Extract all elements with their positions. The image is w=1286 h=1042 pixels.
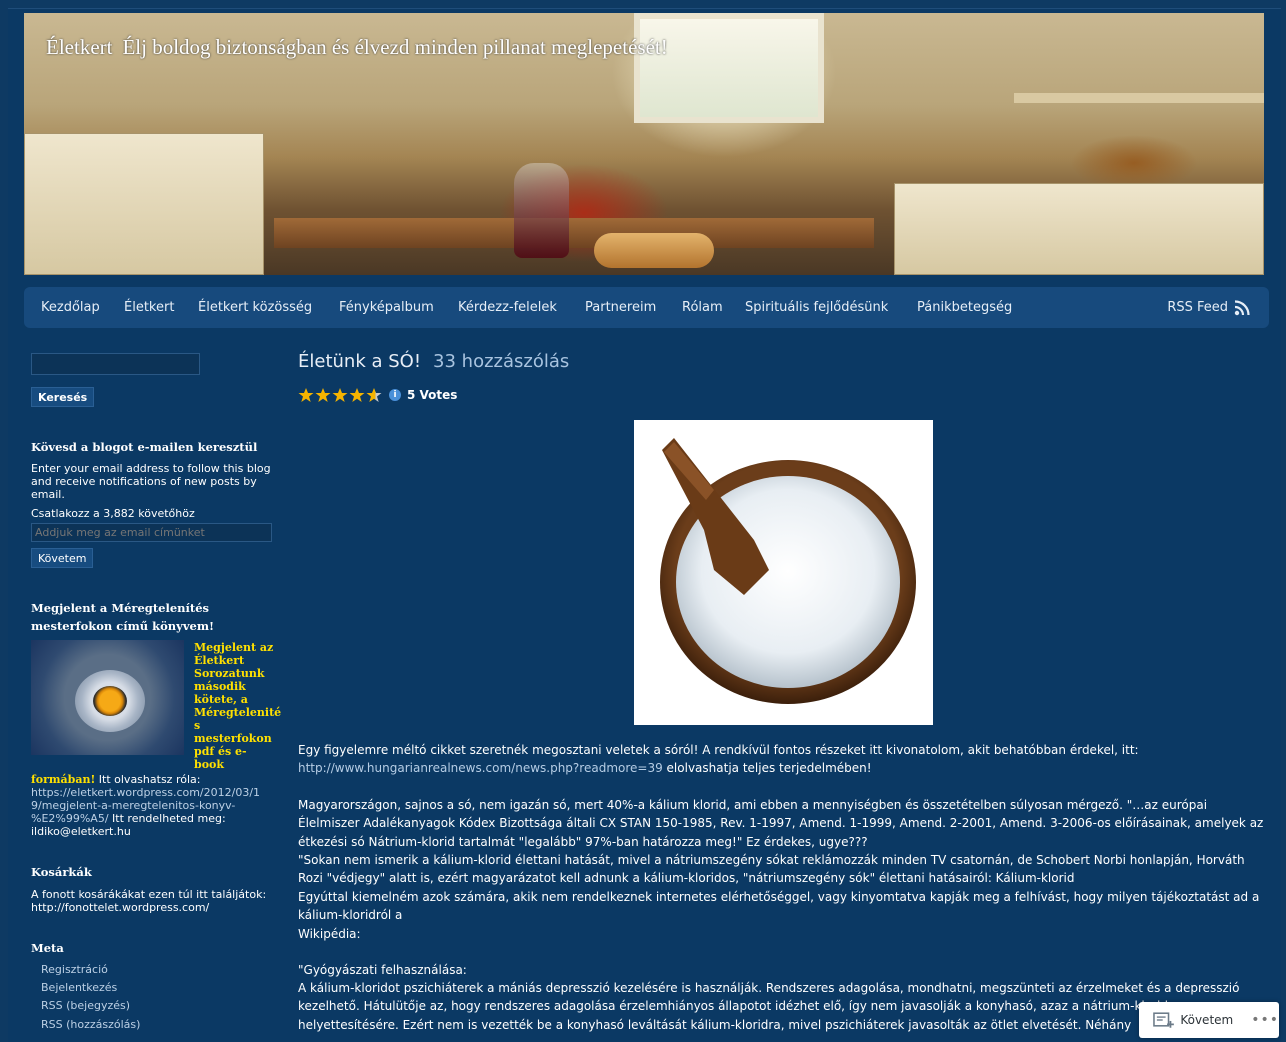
rss-icon xyxy=(1234,300,1250,316)
nav-item-rolam[interactable]: Rólam xyxy=(682,287,723,328)
comments-link[interactable]: 33 hozzászólás xyxy=(433,351,569,372)
nav-item-panikbetegseg[interactable]: Pánikbetegség xyxy=(917,287,1012,328)
post-paragraph-5: Wikipédia: xyxy=(298,927,361,941)
nav-item-spiritualis[interactable]: Spirituális fejlődésünk xyxy=(745,287,888,328)
book-highlight-line: mesterfokon xyxy=(194,732,272,745)
rss-feed-link[interactable]: RSS Feed xyxy=(1167,287,1251,328)
site-description: Élj boldog biztonságban és élvezd minden… xyxy=(122,35,668,59)
baskets-widget-title: Kosárkák xyxy=(31,865,92,879)
book-highlight-line: Sorozatunk xyxy=(194,667,265,680)
header-bottle-decor xyxy=(514,163,569,258)
main-nav: Kezdőlap Életkert Életkert közösség Fény… xyxy=(24,287,1269,328)
post-paragraph-6: "Gyógyászati felhasználása: xyxy=(298,963,467,977)
star-icon[interactable] xyxy=(349,387,365,403)
nav-item-kerdezz-felelek[interactable]: Kérdezz-felelek xyxy=(458,287,557,328)
post-paragraph-1: Egy figyelemre méltó cikket szeretnék me… xyxy=(298,741,1268,778)
book-highlight-line: Méregtelenité xyxy=(194,706,282,719)
baskets-widget-text: A fonott kosárákákat ezen túl itt találj… xyxy=(31,888,283,914)
meta-widget-title: Meta xyxy=(31,941,64,955)
info-icon[interactable]: i xyxy=(389,389,401,401)
email-field[interactable] xyxy=(31,523,272,542)
book-highlight-text: Megjelent az Életkert Sorozatunk második… xyxy=(194,641,284,771)
book-widget-body: formában! Itt olvashatsz róla: https://e… xyxy=(31,773,283,838)
header-window-decor xyxy=(634,13,824,123)
post-paragraph-2: Magyarországon, sajnos a só, nem igazán … xyxy=(298,798,1264,849)
reader-follow-icon xyxy=(1153,1012,1174,1028)
follow-bar-label: Követem xyxy=(1180,1013,1234,1027)
book-link-line[interactable]: 9/megjelent-a-meregtelenitos-konyv- xyxy=(31,799,235,812)
site-name[interactable]: Életkert xyxy=(46,35,112,59)
nav-item-kezdolap[interactable]: Kezdőlap xyxy=(41,287,100,328)
baskets-text: A fonott kosárákákat ezen túl itt találj… xyxy=(31,888,267,901)
search-input[interactable] xyxy=(31,353,200,375)
book-highlight-line: Életkert xyxy=(194,654,245,667)
book-order-email: ildiko@eletkert.hu xyxy=(31,825,131,838)
rss-feed-label: RSS Feed xyxy=(1167,300,1228,315)
follower-count: Csatlakozz a 3,882 követőhöz xyxy=(31,507,195,520)
header-counter-decor xyxy=(274,218,874,248)
site-title[interactable]: Életkert Élj boldog biztonságban és élvez… xyxy=(46,35,668,60)
header-bread-decor xyxy=(594,233,714,268)
header-shelf-decor xyxy=(1014,93,1264,103)
book-highlight-line: kötete, a xyxy=(194,693,248,706)
header-cabinet-decor xyxy=(24,133,264,275)
header-cabinet-decor xyxy=(894,183,1264,275)
post-paragraph-3: "Sokan nem ismerik a kálium-klorid élett… xyxy=(298,853,1245,886)
meta-link-register[interactable]: Regisztráció xyxy=(41,963,108,977)
star-icon[interactable] xyxy=(315,387,331,403)
post-title: Életünk a SÓ! 33 hozzászólás xyxy=(298,351,569,372)
meta-link-login[interactable]: Bejelentkezés xyxy=(41,981,117,995)
book-highlight-line: book xyxy=(194,758,224,771)
follow-widget-button[interactable]: Követem xyxy=(31,548,94,568)
book-highlight-tail: formában! xyxy=(31,773,96,786)
meta-link-rss-posts[interactable]: RSS (bejegyzés) xyxy=(41,999,130,1013)
book-highlight-line: Megjelent az xyxy=(194,641,274,654)
book-read-text: Itt olvashatsz róla: xyxy=(95,773,201,786)
book-highlight-line: s xyxy=(194,719,201,732)
source-link[interactable]: http://www.hungarianrealnews.com/news.ph… xyxy=(298,761,663,775)
rating-widget: i 5 Votes xyxy=(298,387,457,403)
post-text: Egy figyelemre méltó cikket szeretnék me… xyxy=(298,743,1139,757)
book-widget-title: Megjelent a Méregtelenítés mesterfokon c… xyxy=(31,601,215,633)
salt-bowl-image[interactable] xyxy=(634,420,933,725)
nav-item-fenykepalbum[interactable]: Fényképalbum xyxy=(339,287,434,328)
half-star-icon[interactable] xyxy=(366,387,382,403)
book-highlight-line: pdf és e- xyxy=(194,745,247,758)
meta-link-rss-comments[interactable]: RSS (hozzászólás) xyxy=(41,1018,140,1032)
more-options-icon[interactable]: ••• xyxy=(1251,1012,1279,1028)
salt-bowl-illustration xyxy=(660,438,916,704)
post-text: elolvashatja teljes terjedelmében! xyxy=(662,761,872,776)
nav-item-eletkert[interactable]: Életkert xyxy=(124,287,174,328)
book-link-line[interactable]: https://eletkert.wordpress.com/2012/03/1 xyxy=(31,786,260,799)
post-title-text[interactable]: Életünk a SÓ! xyxy=(298,351,421,372)
cup-shape xyxy=(93,686,127,716)
book-cover-image[interactable] xyxy=(31,640,184,755)
star-icon[interactable] xyxy=(298,387,314,403)
book-link-line[interactable]: %E2%99%A5/ xyxy=(31,812,109,825)
post-paragraph-7: A kálium-kloridot pszichiáterek a mániás… xyxy=(298,981,1240,1032)
nav-item-eletkert-kozosseg[interactable]: Életkert közösség xyxy=(198,287,312,328)
follow-bar[interactable]: Követem ••• xyxy=(1139,1002,1279,1038)
follow-widget-title: Kövesd a blogot e-mailen keresztül xyxy=(31,440,258,454)
post-paragraph-4: Egyúttal kiemelném azok számára, akik ne… xyxy=(298,890,1260,923)
search-button[interactable]: Keresés xyxy=(31,387,95,407)
votes-count: 5 Votes xyxy=(407,388,458,402)
book-order-text: Itt rendelheted meg: xyxy=(108,812,226,825)
star-icon[interactable] xyxy=(332,387,348,403)
book-highlight-line: második xyxy=(194,680,246,693)
follow-widget-text: Enter your email address to follow this … xyxy=(31,462,271,501)
baskets-link[interactable]: http://fonottelet.wordpress.com/ xyxy=(31,901,209,914)
nav-item-partnereim[interactable]: Partnereim xyxy=(585,287,656,328)
